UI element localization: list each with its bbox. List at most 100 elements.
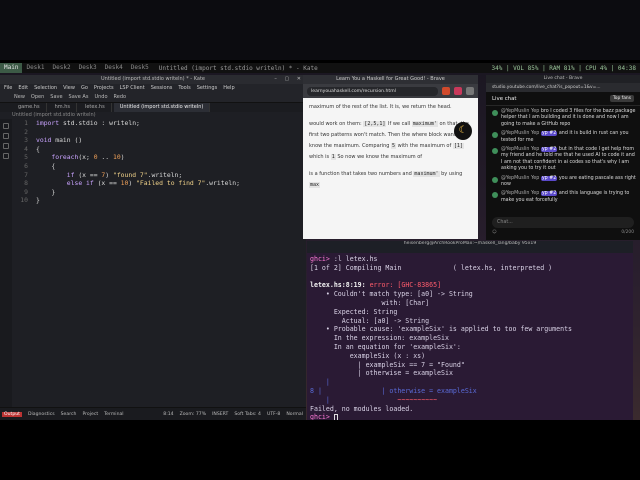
- menu-help[interactable]: Help: [223, 84, 234, 92]
- documents-icon[interactable]: [3, 123, 9, 129]
- line-number: 3: [24, 136, 28, 145]
- line-number: 6: [24, 161, 28, 170]
- chat-window-title: Live chat - Brave: [486, 75, 640, 83]
- encoding[interactable]: UTF-8: [267, 412, 280, 417]
- tag-desk5[interactable]: Desk5: [127, 63, 153, 73]
- terminal-tab[interactable]: Terminal: [104, 412, 123, 417]
- open-button[interactable]: Open: [31, 92, 44, 102]
- save-button[interactable]: Save: [50, 92, 62, 102]
- chat-message: @YepMuslin Yep yp #2 you are eating pasc…: [492, 175, 636, 189]
- extension-icon[interactable]: [454, 87, 462, 95]
- window-manager-bar: Main Desk1 Desk2 Desk3 Desk4 Desk5 Untit…: [0, 63, 640, 73]
- system-status: 34% | VOL 85% | RAM 81% | CPU 4% | 04:38: [491, 64, 637, 72]
- breadcrumb[interactable]: Untitled (import std.stdio writeln): [0, 112, 306, 119]
- kate-statusbar: Output Diagnostics Search Project Termin…: [0, 407, 306, 420]
- kate-titlebar: Untitled (import std.stdio writeln) * - …: [0, 75, 306, 84]
- chat-header: Live chat Top fans: [486, 92, 640, 106]
- line-number: 8: [24, 179, 28, 188]
- avatar[interactable]: [492, 148, 498, 155]
- terminal-output: ghci> :l letex.hs [1 of 2] Compiling Mai…: [310, 255, 573, 420]
- doc-paragraph: is a function that takes two numbers and…: [309, 171, 463, 188]
- chat-input[interactable]: Chat...: [492, 217, 634, 228]
- chat-message: @YepMuslin Yep yp #2 and this language i…: [492, 191, 636, 204]
- tag-desk4[interactable]: Desk4: [101, 63, 127, 73]
- doc-paragraph: would work on them: [2,5,1] If we call m…: [309, 121, 469, 160]
- browser-doc-window: Learn You a Haskell for Great Good! - Br…: [303, 75, 478, 239]
- kate-tabbar: game.hs hm.hs letex.hs Untitled (import …: [0, 103, 306, 112]
- tag-desk2[interactable]: Desk2: [49, 63, 75, 73]
- chat-message: @YepMuslin Yep yp #2 but in that code I …: [492, 147, 636, 173]
- avatar[interactable]: [492, 110, 498, 116]
- menu-view[interactable]: View: [63, 84, 75, 92]
- doc-window-title: Learn You a Haskell for Great Good! - Br…: [303, 75, 478, 84]
- line-number: 9: [24, 187, 28, 196]
- chat-message: @YepMuslin Yep bro I coded 3 files for t…: [492, 109, 636, 128]
- tag-desk1[interactable]: Desk1: [22, 63, 48, 73]
- syntax-mode[interactable]: Normal: [286, 412, 306, 417]
- tag-desk3[interactable]: Desk3: [75, 63, 101, 73]
- undo-button[interactable]: Undo: [94, 92, 107, 102]
- doc-address-bar: learnyouahaskell.com/recursion.html: [303, 84, 478, 98]
- chat-messages: @YepMuslin Yep bro I coded 3 files for t…: [486, 106, 640, 204]
- menu-settings[interactable]: Settings: [197, 84, 218, 92]
- window-controls[interactable]: – ▢ ✕: [274, 75, 304, 84]
- zoom-level[interactable]: Zoom: 77%: [180, 412, 206, 417]
- redo-button[interactable]: Redo: [114, 92, 127, 102]
- kate-toolbar: New Open Save Save As Undo Redo: [0, 92, 306, 103]
- menu-projects[interactable]: Projects: [94, 84, 114, 92]
- menu-go[interactable]: Go: [81, 84, 88, 92]
- tab-untitled[interactable]: Untitled (import std.stdio writeln): [113, 103, 211, 112]
- output-tab[interactable]: Output: [2, 411, 22, 417]
- input-mode[interactable]: INSERT: [212, 412, 228, 417]
- search-tab[interactable]: Search: [61, 412, 77, 417]
- left-sidebar: [0, 119, 12, 407]
- avatar[interactable]: [492, 132, 498, 139]
- tab-game-hs[interactable]: game.hs: [12, 103, 47, 112]
- top-fans-button[interactable]: Top fans: [609, 95, 634, 102]
- line-number-gutter: 1 2 3 4 5 6 7 8 9 10: [12, 119, 28, 205]
- projects-icon[interactable]: [3, 133, 9, 139]
- tag-main[interactable]: Main: [0, 63, 23, 73]
- chat-header-title[interactable]: Live chat: [492, 96, 517, 102]
- doc-paragraph: maximum of the rest of the list. It is, …: [309, 104, 452, 110]
- project-tab[interactable]: Project: [82, 412, 98, 417]
- tab-hm-hs[interactable]: hm.hs: [49, 103, 77, 112]
- indentation[interactable]: Soft Tabs: 4: [234, 412, 261, 417]
- menu-file[interactable]: File: [4, 84, 12, 92]
- code-editor[interactable]: 1 2 3 4 5 6 7 8 9 10 import std.stdio : …: [12, 119, 306, 407]
- focused-window-title: Untitled (import std.stdio writeln) * - …: [158, 64, 318, 72]
- diagnostics-tab[interactable]: Diagnostics: [28, 412, 55, 417]
- kate-editor-window: Untitled (import std.stdio writeln) * - …: [0, 75, 306, 420]
- filesystem-icon[interactable]: [3, 153, 9, 159]
- line-number: 5: [24, 153, 28, 162]
- chat-url[interactable]: studio.youtube.com/live_chat?is_popout=1…: [486, 83, 640, 92]
- doc-url[interactable]: learnyouahaskell.com/recursion.html: [307, 86, 438, 96]
- menu-edit[interactable]: Edit: [18, 84, 28, 92]
- cursor-position[interactable]: 8:14: [163, 412, 173, 417]
- line-number: 10: [20, 196, 28, 205]
- terminal-title: heisenberg@ArchRookProMax:~/haskell_lang…: [307, 241, 633, 253]
- menu-sessions[interactable]: Sessions: [151, 84, 173, 92]
- char-counter: 0/200: [621, 230, 634, 235]
- avatar[interactable]: [492, 176, 498, 183]
- dark-mode-toggle-icon[interactable]: ☾: [454, 122, 472, 140]
- terminal-window[interactable]: heisenberg@ArchRookProMax:~/haskell_lang…: [307, 241, 633, 420]
- menu-lsp-client[interactable]: LSP Client: [120, 84, 145, 92]
- brave-shield-icon[interactable]: [442, 87, 450, 95]
- line-number: 1: [24, 119, 28, 127]
- save-as-button[interactable]: Save As: [69, 92, 89, 102]
- line-number: 2: [24, 127, 28, 136]
- desktop-bottom-area: [0, 420, 640, 480]
- tab-letex-hs[interactable]: letex.hs: [79, 103, 112, 112]
- menu-icon[interactable]: [466, 87, 474, 95]
- kate-menubar: File Edit Selection View Go Projects LSP…: [0, 84, 306, 92]
- youtube-chat-window: Live chat - Brave studio.youtube.com/liv…: [486, 75, 640, 240]
- avatar[interactable]: [492, 192, 498, 199]
- emoji-icon[interactable]: ☺: [492, 230, 497, 238]
- menu-tools[interactable]: Tools: [178, 84, 190, 92]
- chat-footer: ☺ 0/200: [492, 230, 634, 238]
- new-button[interactable]: New: [14, 92, 25, 102]
- git-icon[interactable]: [3, 143, 9, 149]
- menu-selection[interactable]: Selection: [34, 84, 57, 92]
- kate-title: Untitled (import std.stdio writeln) * - …: [101, 76, 205, 82]
